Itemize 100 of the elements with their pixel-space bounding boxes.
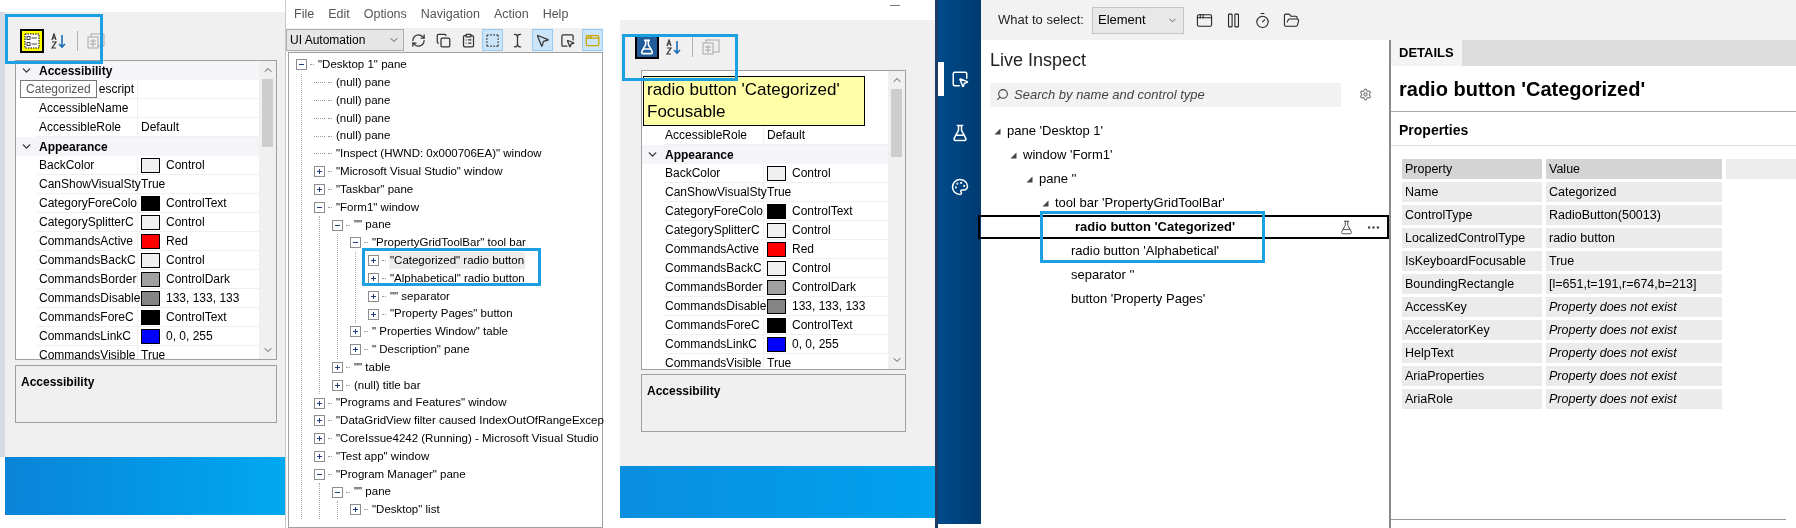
- table-cell: HelpText: [1402, 343, 1542, 363]
- property-value: 0, 0, 255: [792, 336, 839, 353]
- collapse-box-icon[interactable]: [350, 237, 361, 249]
- menu-item[interactable]: Edit: [328, 4, 350, 24]
- details-tab[interactable]: DETAILS: [1391, 40, 1462, 66]
- toolbar-button[interactable]: [20, 29, 44, 53]
- property-value: ControlText: [792, 203, 853, 220]
- tree-item[interactable]: (null) title bar: [353, 376, 422, 394]
- expand-box-icon[interactable]: [314, 415, 325, 427]
- property-value: Control: [792, 165, 831, 182]
- tree-item[interactable]: "Microsoft Visual Studio" window: [335, 163, 504, 181]
- collapse-box-icon[interactable]: [314, 468, 325, 480]
- expand-box-icon[interactable]: [350, 504, 361, 516]
- pause-icon[interactable]: [1225, 11, 1242, 29]
- tree-item[interactable]: "Desktop" list: [371, 501, 441, 519]
- property-value: Red: [792, 241, 814, 258]
- tree-item[interactable]: pane 'Desktop 1': [1007, 121, 1104, 141]
- menu-item[interactable]: Navigation: [420, 4, 480, 24]
- tree-item[interactable]: (null) pane: [335, 74, 392, 92]
- tree-item[interactable]: "DataGridView filter caused IndexOutOfRangeExcep: [335, 412, 605, 430]
- tree-item[interactable]: radio button 'Alphabetical': [1071, 241, 1220, 261]
- expand-triangle-icon[interactable]: [1042, 199, 1049, 207]
- expand-box-icon[interactable]: [332, 361, 343, 373]
- tree-item[interactable]: (null) pane: [335, 127, 392, 145]
- flask-icon[interactable]: [1339, 219, 1354, 235]
- expand-box-icon[interactable]: [314, 450, 325, 462]
- expand-triangle-icon[interactable]: [1026, 175, 1033, 183]
- tree-item[interactable]: (null) pane: [335, 109, 392, 127]
- tree-item[interactable]: "Alphabetical" radio button: [389, 269, 526, 288]
- tree-item[interactable]: "Inspect (HWND: 0x000706EA)" window: [335, 145, 543, 163]
- expand-box-icon[interactable]: [368, 255, 379, 267]
- timer-icon[interactable]: [1254, 11, 1271, 29]
- menu-item[interactable]: File: [294, 4, 315, 24]
- tree-item[interactable]: window 'Form1': [1023, 145, 1113, 165]
- expand-box-icon[interactable]: [350, 326, 361, 338]
- settings-icon[interactable]: [1359, 87, 1372, 101]
- menu-item[interactable]: Help: [542, 4, 569, 24]
- tree-item[interactable]: " Properties Window" table: [371, 323, 509, 341]
- tree-item[interactable]: "" table: [353, 358, 392, 377]
- expand-box-icon[interactable]: [368, 272, 379, 284]
- provider-dropdown[interactable]: UI Automation: [286, 29, 404, 51]
- tree-item[interactable]: tool bar 'PropertyGridToolBar': [1055, 193, 1225, 213]
- expand-box-icon[interactable]: [368, 290, 379, 302]
- property-pages-icon: [702, 39, 720, 55]
- toolbar-button[interactable]: [635, 35, 659, 59]
- tree-item[interactable]: "Taskbar" pane: [335, 180, 415, 199]
- expand-box-icon[interactable]: [314, 183, 325, 195]
- expand-triangle-icon[interactable]: [1010, 151, 1017, 159]
- expand-box-icon[interactable]: [368, 308, 379, 320]
- tree-item[interactable]: (null) pane: [335, 91, 392, 110]
- tree-item[interactable]: separator '': [1071, 265, 1135, 285]
- expand-box-icon[interactable]: [314, 166, 325, 178]
- property-name: BackColor: [38, 157, 95, 174]
- scrollbar-thumb[interactable]: [891, 89, 902, 157]
- tree-item[interactable]: "Test app" window: [335, 447, 431, 466]
- menu-item[interactable]: Options: [363, 4, 407, 24]
- menu-item[interactable]: Action: [493, 4, 529, 24]
- expand-box-icon[interactable]: [314, 433, 325, 445]
- tree-item[interactable]: "" pane: [353, 483, 392, 501]
- tree-item[interactable]: "Programs and Features" window: [335, 394, 508, 412]
- table-cell: AriaProperties: [1402, 366, 1542, 386]
- folder-icon[interactable]: [1283, 11, 1300, 29]
- window-icon: [585, 32, 600, 48]
- select-label: What to select:: [998, 11, 1084, 30]
- expand-box-icon[interactable]: [314, 397, 325, 409]
- expand-box-icon[interactable]: [350, 344, 361, 356]
- tree-item[interactable]: "Form1" window: [335, 198, 420, 216]
- property-name: BackColor: [664, 165, 721, 182]
- search-field[interactable]: Search by name and control type: [990, 82, 1341, 107]
- tree-item[interactable]: "PropertyGridToolBar" tool bar: [371, 234, 527, 252]
- tree-item[interactable]: "CoreIssue4242 (Running) - Microsoft Visual Studio: [335, 430, 600, 448]
- expand-box-icon[interactable]: [332, 379, 343, 391]
- scrollbar[interactable]: [259, 61, 276, 359]
- tree-item[interactable]: radio button 'Categorized': [978, 215, 1389, 239]
- property-value: ControlText: [166, 195, 227, 212]
- tree-item[interactable]: "Desktop 1" pane: [317, 56, 408, 74]
- pointer-icon: [535, 32, 551, 48]
- property-value: 133, 133, 133: [166, 290, 240, 307]
- property-name: CommandsForeC: [38, 309, 134, 326]
- expand-triangle-icon[interactable]: [994, 127, 1001, 135]
- tree-item[interactable]: "" separator: [389, 287, 451, 305]
- collapse-box-icon[interactable]: [332, 219, 343, 231]
- tree-item[interactable]: "Property Pages" button: [389, 305, 514, 323]
- tree-item[interactable]: "Categorized" radio button: [389, 252, 526, 270]
- tree-item[interactable]: button 'Property Pages': [1071, 289, 1206, 309]
- property-value: 0, 0, 255: [166, 328, 213, 345]
- tree-item[interactable]: "" pane: [353, 216, 392, 234]
- collapse-box-icon[interactable]: [296, 59, 307, 71]
- tree-item[interactable]: "Program Manager" pane: [335, 465, 467, 483]
- sort-alphabetical-icon: [50, 33, 68, 49]
- collapse-box-icon[interactable]: [332, 486, 343, 498]
- tree-item[interactable]: pane '': [1039, 169, 1077, 189]
- collapse-box-icon[interactable]: [314, 201, 325, 213]
- scrollbar-thumb[interactable]: [262, 79, 273, 147]
- property-name: CommandsDisable: [664, 298, 767, 315]
- scrollbar[interactable]: [888, 71, 905, 369]
- window-icon[interactable]: [1196, 11, 1213, 29]
- property-name: CanShowVisualSty: [38, 176, 141, 193]
- element-dropdown[interactable]: Element: [1092, 6, 1184, 34]
- tree-item[interactable]: " Description" pane: [371, 341, 471, 359]
